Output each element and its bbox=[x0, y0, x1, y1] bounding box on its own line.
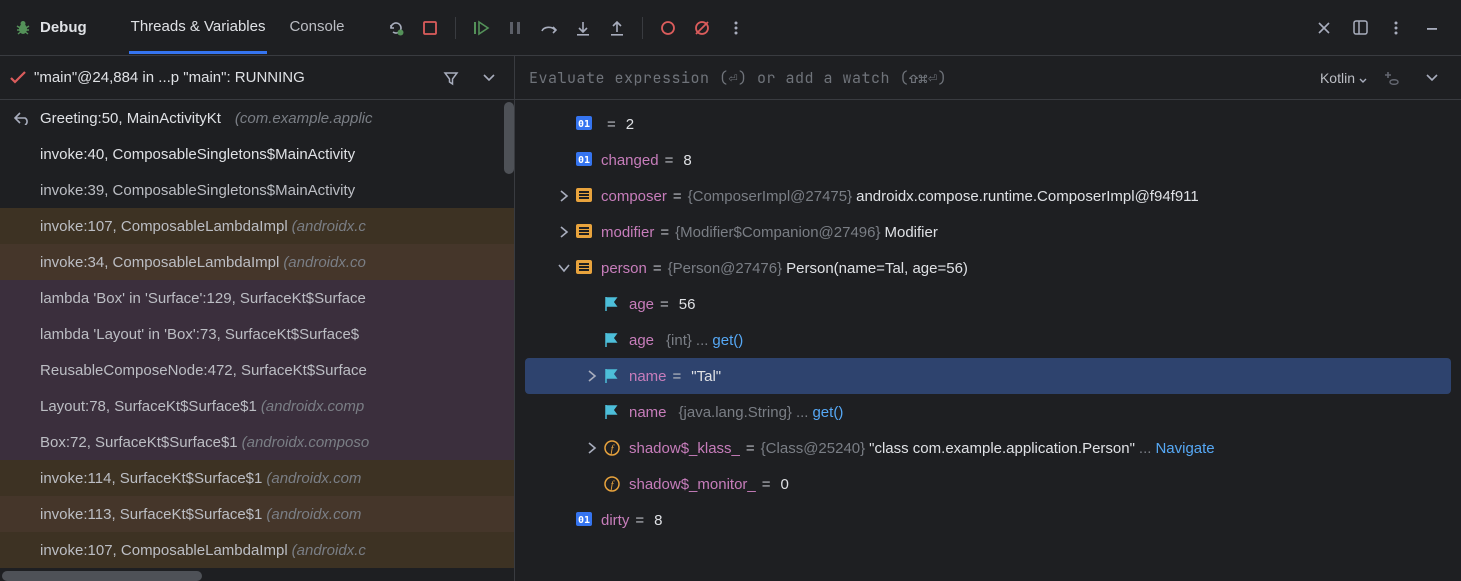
var-action-link[interactable]: Navigate bbox=[1155, 440, 1214, 457]
thread-status-icon bbox=[10, 71, 26, 85]
step-into-icon[interactable] bbox=[568, 13, 598, 43]
variable-row[interactable]: name="Tal" bbox=[525, 358, 1451, 394]
stack-frame[interactable]: invoke:107, ComposableLambdaImpl(android… bbox=[0, 532, 514, 568]
stack-frame[interactable]: lambda 'Box' in 'Surface':129, SurfaceKt… bbox=[0, 280, 514, 316]
expand-icon[interactable] bbox=[1417, 63, 1447, 93]
minimize-icon[interactable] bbox=[1417, 13, 1447, 43]
scrollbar-horizontal[interactable] bbox=[2, 571, 202, 581]
variable-row[interactable]: modifier={Modifier$Companion@27496} Modi… bbox=[515, 214, 1461, 250]
var-action-link[interactable]: get() bbox=[812, 404, 843, 421]
var-type-icon bbox=[575, 511, 593, 529]
stack-frame[interactable]: invoke:34, ComposableLambdaImpl(androidx… bbox=[0, 244, 514, 280]
layout-icon[interactable] bbox=[1345, 13, 1375, 43]
var-type-icon bbox=[575, 187, 593, 205]
var-type-icon bbox=[575, 151, 593, 169]
close-icon[interactable] bbox=[1309, 13, 1339, 43]
var-action-link[interactable]: get() bbox=[712, 332, 743, 349]
back-icon bbox=[14, 111, 30, 125]
rerun-icon[interactable] bbox=[381, 13, 411, 43]
evaluate-expression-input[interactable]: Evaluate expression (⏎) or add a watch (… bbox=[529, 68, 1310, 88]
stack-frame[interactable]: invoke:39, ComposableSingletons$MainActi… bbox=[0, 172, 514, 208]
var-type-icon bbox=[603, 439, 621, 457]
stack-frame[interactable]: invoke:40, ComposableSingletons$MainActi… bbox=[0, 136, 514, 172]
add-watch-icon[interactable] bbox=[1377, 63, 1407, 93]
more-icon[interactable] bbox=[721, 13, 751, 43]
var-type-icon bbox=[575, 259, 593, 277]
stack-frame[interactable]: invoke:113, SurfaceKt$Surface$1(androidx… bbox=[0, 496, 514, 532]
variable-row[interactable]: shadow$_klass_={Class@25240} "class com.… bbox=[515, 430, 1461, 466]
mute-breakpoints-icon[interactable] bbox=[687, 13, 717, 43]
variable-row[interactable]: composer={ComposerImpl@27475} androidx.c… bbox=[515, 178, 1461, 214]
tree-toggle-icon[interactable] bbox=[553, 190, 575, 202]
stack-frame[interactable]: Box:72, SurfaceKt$Surface$1(androidx.com… bbox=[0, 424, 514, 460]
filter-icon[interactable] bbox=[436, 63, 466, 93]
resume-icon[interactable] bbox=[466, 13, 496, 43]
scrollbar-vertical[interactable] bbox=[504, 102, 514, 174]
step-over-icon[interactable] bbox=[534, 13, 564, 43]
tree-toggle-icon[interactable] bbox=[553, 264, 575, 273]
stack-frame[interactable]: invoke:114, SurfaceKt$Surface$1(androidx… bbox=[0, 460, 514, 496]
options-icon[interactable] bbox=[1381, 13, 1411, 43]
stack-frame[interactable]: lambda 'Layout' in 'Box':73, SurfaceKt$S… bbox=[0, 316, 514, 352]
tab-console[interactable]: Console bbox=[287, 2, 346, 54]
step-out-icon[interactable] bbox=[602, 13, 632, 43]
tree-toggle-icon[interactable] bbox=[581, 370, 603, 382]
tree-toggle-icon[interactable] bbox=[581, 442, 603, 454]
language-selector[interactable]: Kotlin bbox=[1320, 70, 1367, 86]
variables-panel: Evaluate expression (⏎) or add a watch (… bbox=[515, 56, 1461, 581]
stack-frame[interactable]: Greeting:50, MainActivityKt(com.example.… bbox=[0, 100, 514, 136]
tree-toggle-icon[interactable] bbox=[553, 226, 575, 238]
var-type-icon bbox=[603, 367, 621, 385]
dropdown-icon[interactable] bbox=[474, 63, 504, 93]
stack-frame[interactable]: Layout:78, SurfaceKt$Surface$1(androidx.… bbox=[0, 388, 514, 424]
var-type-icon bbox=[575, 223, 593, 241]
view-breakpoints-icon[interactable] bbox=[653, 13, 683, 43]
var-type-icon bbox=[603, 295, 621, 313]
variable-row[interactable]: age{int} ... get() bbox=[515, 322, 1461, 358]
bug-icon bbox=[14, 19, 32, 37]
stack-frame[interactable]: ReusableComposeNode:472, SurfaceKt$Surfa… bbox=[0, 352, 514, 388]
tab-bar: Threads & Variables Console bbox=[129, 2, 347, 54]
variable-row[interactable]: changed=8 bbox=[515, 142, 1461, 178]
pause-icon[interactable] bbox=[500, 13, 530, 43]
variable-row[interactable]: dirty=8 bbox=[515, 502, 1461, 538]
variable-row[interactable]: age=56 bbox=[515, 286, 1461, 322]
tab-threads-variables[interactable]: Threads & Variables bbox=[129, 2, 268, 54]
frames-list[interactable]: Greeting:50, MainActivityKt(com.example.… bbox=[0, 100, 514, 581]
var-type-icon bbox=[575, 115, 593, 133]
frames-panel: "main"@24,884 in ...p "main": RUNNING Gr… bbox=[0, 56, 515, 581]
variable-row[interactable]: name{java.lang.String} ... get() bbox=[515, 394, 1461, 430]
thread-label[interactable]: "main"@24,884 in ...p "main": RUNNING bbox=[34, 69, 428, 86]
stack-frame[interactable]: invoke:107, ComposableLambdaImpl(android… bbox=[0, 208, 514, 244]
debug-toolbar: Debug Threads & Variables Console bbox=[0, 0, 1461, 56]
variable-row[interactable]: =2 bbox=[515, 106, 1461, 142]
var-type-icon bbox=[603, 475, 621, 493]
var-type-icon bbox=[603, 331, 621, 349]
tool-window-title: Debug bbox=[14, 19, 87, 37]
variable-row[interactable]: person={Person@27476} Person(name=Tal, a… bbox=[515, 250, 1461, 286]
variable-row[interactable]: shadow$_monitor_=0 bbox=[515, 466, 1461, 502]
variables-tree[interactable]: =2changed=8composer={ComposerImpl@27475}… bbox=[515, 100, 1461, 544]
stop-icon[interactable] bbox=[415, 13, 445, 43]
var-type-icon bbox=[603, 403, 621, 421]
